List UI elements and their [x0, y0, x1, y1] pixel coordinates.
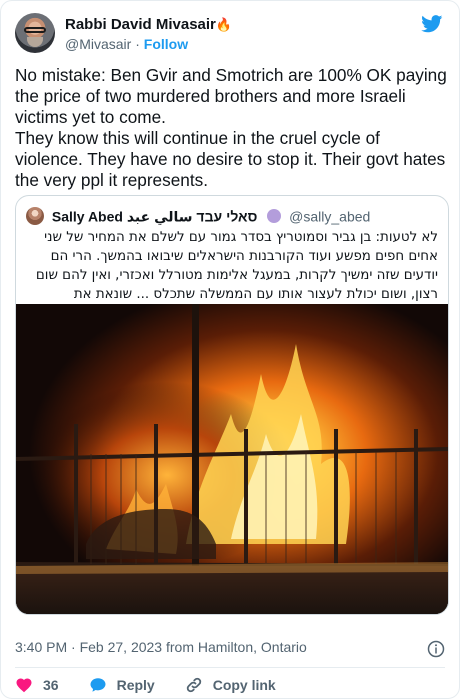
author-handle[interactable]: @Mivasair: [65, 36, 131, 52]
reply-label: Reply: [116, 677, 155, 693]
avatar-glasses: [24, 27, 46, 33]
handle-separator: ·: [135, 36, 140, 52]
copy-link-label: Copy link: [212, 677, 276, 693]
author-handle-row: @Mivasair · Follow: [65, 35, 232, 53]
like-button[interactable]: 36: [15, 676, 59, 694]
avatar-beard: [27, 37, 43, 47]
divider: [15, 667, 445, 668]
quoted-author-avatar: [26, 207, 44, 226]
reply-button[interactable]: Reply: [89, 676, 155, 694]
tweet-card: Rabbi David Mivasair🔥 @Mivasair · Follow…: [0, 0, 460, 699]
author-name-block: Rabbi David Mivasair🔥 @Mivasair · Follow: [65, 15, 232, 53]
author-display-name[interactable]: Rabbi David Mivasair🔥: [65, 15, 232, 34]
quoted-tweet-image[interactable]: [16, 304, 448, 615]
quoted-tweet-header: Sally Abed סאלי עבד سالي عبد @sally_abed: [26, 206, 438, 226]
tweet-timestamp[interactable]: 3:40 PM · Feb 27, 2023 from Hamilton, On…: [15, 639, 307, 655]
follow-button[interactable]: Follow: [144, 36, 188, 52]
author-avatar[interactable]: [15, 13, 55, 53]
quoted-author-name: Sally Abed סאלי עבד سالي عبد: [51, 208, 258, 225]
heart-icon: [16, 678, 32, 693]
verified-badge-icon: [267, 209, 282, 224]
tweet-text: No mistake: Ben Gvir and Smotrich are 10…: [15, 65, 447, 190]
info-icon[interactable]: [427, 640, 445, 658]
quoted-author-handle: @sally_abed: [289, 208, 371, 225]
tweet-header: Rabbi David Mivasair🔥 @Mivasair · Follow: [15, 13, 445, 55]
twitter-bird-icon[interactable]: [421, 15, 443, 33]
link-icon: [186, 677, 201, 693]
copy-link-button[interactable]: Copy link: [185, 676, 276, 694]
fire-emoji-icon: 🔥: [215, 17, 233, 32]
quoted-tweet[interactable]: Sally Abed סאלי עבד سالي عبد @sally_abed…: [15, 195, 449, 615]
tweet-actions: 36 Reply Copy link: [15, 675, 306, 695]
author-display-name-text[interactable]: Rabbi David Mivasair: [65, 16, 216, 33]
like-count: 36: [43, 677, 59, 693]
reply-bubble-icon: [90, 678, 106, 692]
